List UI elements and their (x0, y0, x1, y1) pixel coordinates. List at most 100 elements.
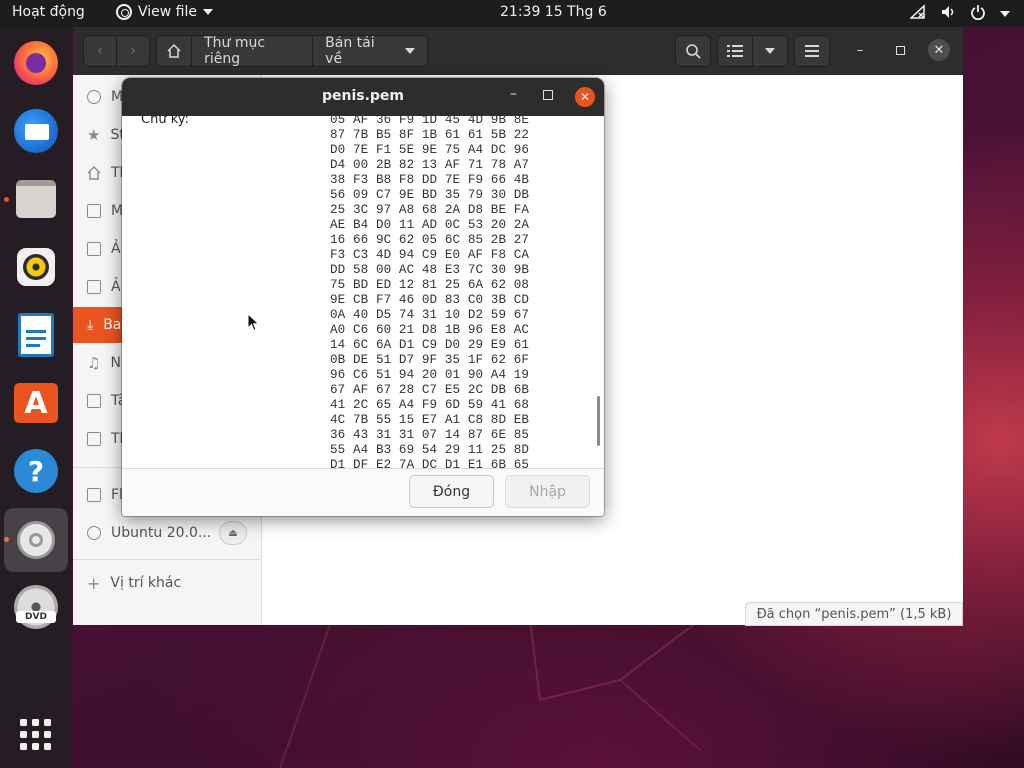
firefox-icon (14, 41, 58, 85)
settings-icon (17, 521, 55, 559)
chevron-down-icon (765, 48, 775, 54)
settings-launcher[interactable] (4, 508, 68, 572)
sidebar-item-other-locations[interactable]: + Vị trí khác (73, 565, 262, 601)
rhythmbox-launcher[interactable] (10, 241, 62, 293)
path-home-button[interactable] (157, 36, 192, 66)
music-icon: ♫ (87, 354, 101, 372)
hex-row: 14 6C 6A D1 C9 D0 29 E9 61 (330, 338, 530, 352)
hex-row: D1 DF E2 7A DC D1 E1 6B 65 (330, 458, 530, 468)
help-icon: ? (14, 449, 58, 493)
software-launcher[interactable]: A (10, 377, 62, 429)
search-button[interactable] (675, 35, 711, 67)
home-icon (87, 166, 101, 180)
status-bar: Đã chọn “penis.pem” (1,5 kB) (745, 602, 963, 626)
file-viewer-dialog: penis.pem – ✕ Chữ ký: 05 AF 36 F9 1D 45 … (122, 78, 604, 516)
system-tray[interactable] (909, 4, 1010, 24)
eject-icon: ⏏ (228, 527, 238, 539)
list-view-button[interactable] (717, 35, 753, 67)
minimize-icon: – (856, 42, 864, 58)
mouse-cursor-icon (247, 313, 260, 332)
close-button[interactable]: Đóng (409, 475, 494, 508)
import-button[interactable]: Nhập (505, 475, 590, 508)
forward-button[interactable]: › (116, 35, 150, 67)
back-button[interactable]: ‹ (83, 35, 117, 67)
home-icon (167, 43, 181, 58)
maximize-icon (895, 45, 905, 55)
videos-icon (87, 280, 101, 294)
minimize-icon: – (510, 86, 517, 102)
sidebar-item-label: Ubuntu 20.0... (111, 525, 212, 541)
show-apps-button[interactable] (10, 709, 62, 761)
chevron-left-icon: ‹ (97, 43, 103, 59)
scrollbar[interactable] (597, 396, 600, 446)
dialog-content[interactable]: Chữ ký: 05 AF 36 F9 1D 45 4D 9B 8E 87 7B … (122, 116, 604, 468)
activities-button[interactable]: Hoạt động (12, 4, 85, 20)
window-close-button[interactable]: ✕ (928, 39, 950, 61)
header-bar: ‹ › Thư mục riêng Bản tải về – ✕ (73, 27, 963, 75)
thunderbird-icon (14, 109, 58, 153)
sidebar-divider (73, 559, 262, 560)
files-launcher[interactable] (10, 173, 62, 225)
menu-button[interactable] (794, 35, 830, 67)
star-icon: ★ (87, 126, 101, 144)
hex-row: DD 58 00 AC 48 E3 7C 30 9B (330, 263, 530, 277)
path-segment-home[interactable]: Thư mục riêng (191, 36, 313, 66)
hex-row: D0 7E F1 5E 9E 75 A4 DC 96 (330, 143, 530, 157)
hex-row: 38 F3 B8 F8 DD 7E F9 66 4B (330, 173, 530, 187)
search-icon (686, 44, 701, 59)
hex-row: 0B DE 51 D7 9F 35 1F 62 6F (330, 353, 530, 367)
hex-row: A0 C6 60 21 D8 1B 96 E8 AC (330, 323, 530, 337)
app-menu-label: View file (138, 4, 197, 20)
maximize-button[interactable] (889, 39, 911, 61)
software-center-icon: A (14, 383, 58, 423)
eject-button[interactable]: ⏏ (219, 521, 247, 545)
signature-label: Chữ ký: (141, 116, 189, 127)
hex-row: 4C 7B 55 15 E7 A1 C8 8D EB (330, 413, 530, 427)
thunderbird-launcher[interactable] (10, 105, 62, 157)
dialog-close-button[interactable]: ✕ (575, 87, 595, 107)
network-icon (909, 4, 926, 24)
dialog-maximize-button[interactable] (543, 90, 553, 100)
sidebar-item-label: N (110, 355, 121, 371)
plus-icon: + (87, 573, 101, 593)
volume-icon (940, 4, 956, 24)
gear-icon (116, 4, 132, 20)
hex-row: 25 3C 97 A8 68 2A D8 BE FA (330, 203, 530, 217)
writer-launcher[interactable] (10, 309, 62, 361)
dialog-title: penis.pem (321, 88, 405, 104)
firefox-launcher[interactable] (10, 37, 62, 89)
hex-row: AE B4 D0 11 AD 0C 53 20 2A (330, 218, 530, 232)
clock[interactable]: 21:39 15 Thg 6 (500, 4, 607, 20)
dvd-launcher[interactable]: DVD (10, 581, 62, 633)
rhythmbox-icon (17, 248, 55, 286)
hex-row: 41 2C 65 A4 F9 6D 59 41 68 (330, 398, 530, 412)
view-options-button[interactable] (752, 35, 788, 67)
hex-row: 16 66 9C 62 05 6C 85 2B 27 (330, 233, 530, 247)
app-menu[interactable]: View file (116, 4, 213, 20)
chevron-right-icon: › (130, 43, 136, 59)
hex-row: 36 43 31 31 07 14 87 6E 85 (330, 428, 530, 442)
list-view-icon (727, 45, 743, 57)
dialog-minimize-button[interactable]: – (510, 86, 517, 102)
sidebar-item-label: Ba (103, 317, 122, 333)
close-icon: ✕ (579, 90, 591, 104)
signature-hex: 05 AF 36 F9 1D 45 4D 9B 8E 87 7B B5 8F 1B… (330, 116, 529, 468)
close-icon: ✕ (933, 42, 945, 58)
hex-row: 9E CB F7 46 0D 83 C0 3B CD (330, 293, 530, 307)
documents-icon (87, 394, 101, 408)
running-indicator (4, 197, 9, 202)
sidebar-item-label: Ả (111, 279, 121, 295)
sidebar-item-label: Vị trí khác (110, 575, 182, 591)
recent-icon (87, 90, 101, 104)
help-launcher[interactable]: ? (10, 445, 62, 497)
dock: A ? DVD (0, 27, 72, 768)
minimize-button[interactable]: – (849, 39, 871, 61)
hex-row: 0A 40 D5 74 31 10 D2 59 67 (330, 308, 530, 322)
disk-icon (87, 526, 101, 540)
downloads-icon: ⤓ (87, 317, 94, 333)
path-segment-current[interactable]: Bản tải về (312, 36, 427, 66)
dialog-title-bar: penis.pem – ✕ (122, 78, 604, 116)
top-bar: Hoạt động View file 21:39 15 Thg 6 (0, 0, 1024, 27)
hex-row: 67 AF 67 28 C7 E5 2C DB 6B (330, 383, 530, 397)
dialog-actions: Đóng Nhập (122, 469, 604, 516)
